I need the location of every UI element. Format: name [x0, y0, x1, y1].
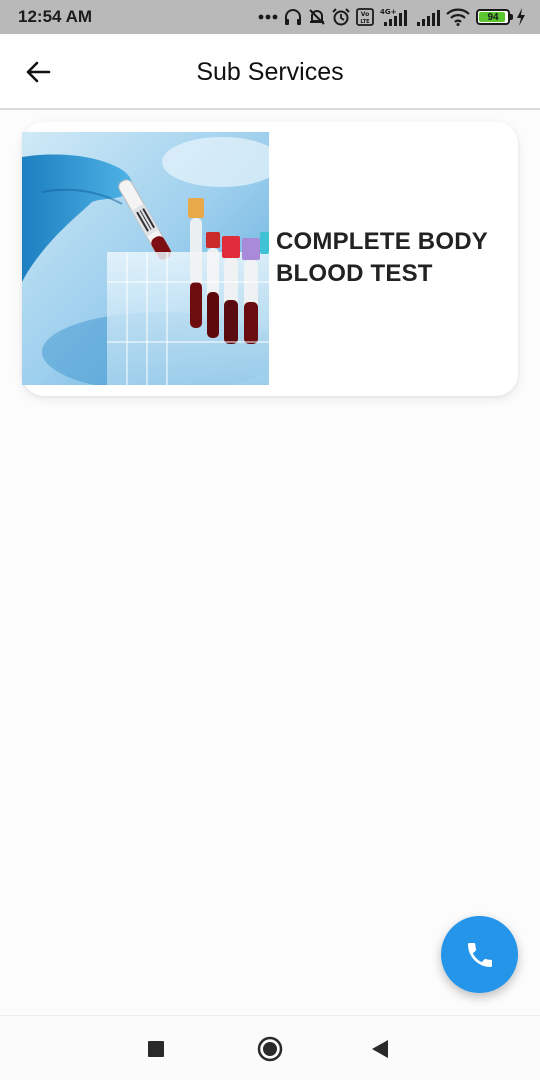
signal-4g-icon: 4G+: [380, 8, 407, 26]
charging-icon: [517, 8, 525, 26]
home-button[interactable]: [257, 1036, 283, 1067]
wifi-icon: [446, 8, 470, 26]
back-triangle-icon: [372, 1040, 388, 1058]
svg-text:Vo: Vo: [361, 11, 369, 18]
blood-test-tubes-photo: [22, 132, 269, 385]
silent-bell-icon: [309, 9, 325, 25]
call-button[interactable]: [441, 916, 518, 993]
more-dots-icon: [258, 14, 278, 20]
app-bar: Sub Services: [0, 34, 540, 110]
recents-button[interactable]: [147, 1040, 165, 1063]
battery-level: 94: [487, 11, 499, 23]
status-time: 12:54 AM: [18, 7, 93, 26]
page-title: Sub Services: [196, 58, 344, 86]
svg-text:4G+: 4G+: [380, 8, 397, 16]
battery-icon: 94: [476, 9, 513, 25]
status-bar: 12:54 AM Vo LTE 4G+ 94: [0, 0, 540, 34]
signal-icon: [417, 10, 440, 26]
home-circle-icon: [257, 1036, 283, 1062]
alarm-icon: [332, 8, 350, 26]
service-card[interactable]: COMPLETE BODY BLOOD TEST: [22, 122, 518, 396]
volte-icon: VoLTE: [356, 8, 374, 26]
system-nav-bar: [0, 1015, 540, 1080]
nav-back-button[interactable]: [371, 1039, 389, 1064]
phone-icon: [467, 942, 492, 967]
status-icons: Vo LTE 4G+ 94: [258, 6, 526, 28]
svg-text:LTE: LTE: [360, 19, 370, 25]
service-title: COMPLETE BODY BLOOD TEST: [276, 228, 488, 287]
recents-square-icon: [148, 1041, 164, 1057]
headset-icon: [285, 9, 301, 25]
